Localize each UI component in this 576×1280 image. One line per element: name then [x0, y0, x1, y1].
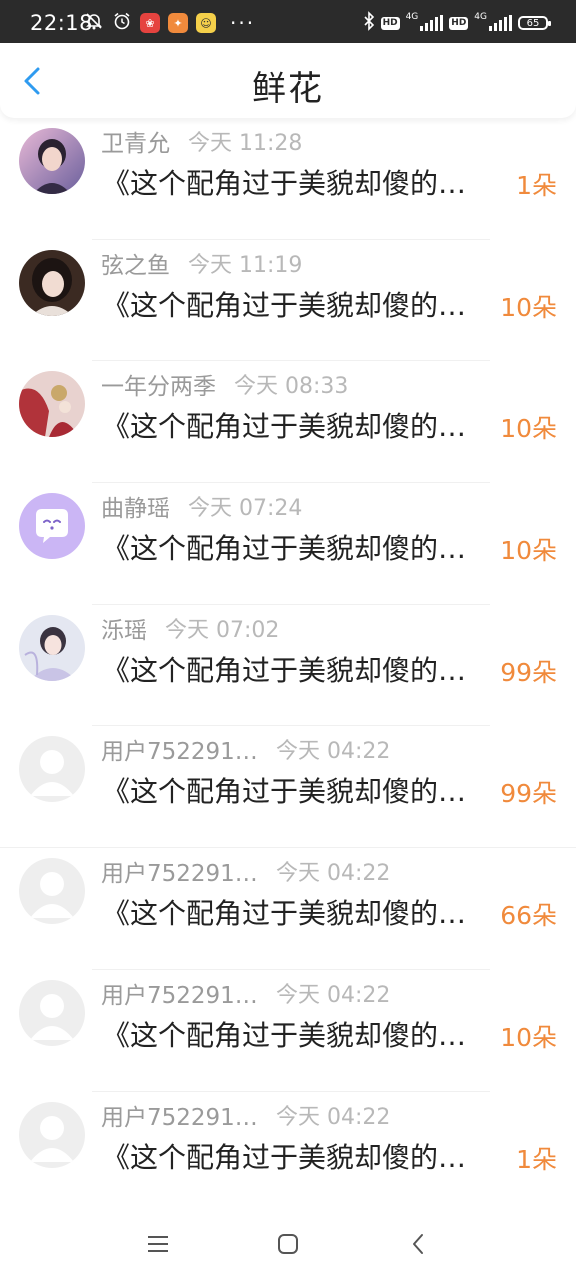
avatar[interactable]	[19, 493, 85, 560]
avatar[interactable]	[19, 736, 85, 803]
book-title: 《这个配角过于美貌却傻的…	[102, 1018, 467, 1052]
user-name[interactable]: 用户752291…	[101, 1098, 258, 1132]
more-notifications-icon: ···	[230, 11, 256, 35]
hd-icon: HD	[380, 16, 400, 30]
user-name[interactable]: 卫青允	[101, 124, 170, 158]
avatar[interactable]	[19, 1101, 85, 1168]
avatar[interactable]	[19, 614, 85, 681]
list-item[interactable]: 用户752291… 今天 04:22 《这个配角过于美貌却傻的… 66朵	[0, 848, 576, 970]
app-icon-yellow: ☺	[196, 13, 216, 33]
avatar[interactable]	[19, 979, 85, 1046]
timestamp: 今天 04:22	[276, 982, 391, 1008]
flower-count: 66朵	[500, 901, 557, 931]
flower-count: 1朵	[516, 1144, 557, 1174]
avatar[interactable]	[19, 128, 85, 194]
home-square-icon	[278, 1234, 298, 1254]
timestamp: 今天 11:28	[188, 131, 303, 156]
status-left-icons: ❀ ✦ ☺ ···	[84, 11, 256, 35]
timestamp: 今天 04:22	[276, 861, 391, 887]
bluetooth-icon	[363, 11, 375, 35]
list-item[interactable]: 弦之鱼 今天 11:19 《这个配角过于美貌却傻的… 10朵	[0, 240, 576, 362]
system-back-button[interactable]	[398, 1226, 438, 1262]
header: 鲜花	[0, 43, 576, 118]
flower-count: 10朵	[500, 1022, 557, 1052]
hd-icon: HD	[449, 16, 469, 30]
book-title: 《这个配角过于美貌却傻的…	[102, 653, 467, 687]
user-name[interactable]: 泺瑶	[101, 611, 147, 645]
network-label: 4G	[474, 12, 487, 22]
user-name[interactable]: 一年分两季	[101, 367, 216, 401]
list-item[interactable]: 用户752291… 今天 04:22 《这个配角过于美貌却傻的… 10朵	[0, 970, 576, 1092]
list-item[interactable]: 泺瑶 今天 07:02 《这个配角过于美貌却傻的… 99朵	[0, 605, 576, 727]
flower-count: 10朵	[500, 292, 557, 322]
avatar[interactable]	[19, 249, 85, 316]
avatar[interactable]	[19, 858, 85, 925]
home-button[interactable]	[268, 1226, 308, 1262]
mute-bell-icon	[84, 11, 104, 35]
app-icon-orange: ✦	[168, 13, 188, 33]
flower-count: 10朵	[500, 536, 557, 566]
battery-icon: 65	[518, 16, 551, 30]
menu-icon	[148, 1236, 168, 1252]
timestamp: 今天 07:24	[188, 496, 303, 522]
flower-count: 99朵	[500, 779, 557, 809]
flower-count: 99朵	[500, 657, 557, 687]
list-item[interactable]: 一年分两季 今天 08:33 《这个配角过于美貌却傻的… 10朵	[0, 361, 576, 484]
flower-count: 10朵	[500, 414, 557, 444]
status-bar: 22:18 ❀ ✦ ☺ ··· HD 4G HD 4G 65	[0, 0, 576, 43]
timestamp: 今天 08:33	[234, 374, 349, 400]
timestamp: 今天 07:02	[165, 617, 280, 643]
timestamp: 今天 04:22	[276, 739, 391, 765]
timestamp: 今天 04:22	[276, 1104, 391, 1130]
user-name[interactable]: 曲静瑶	[101, 489, 170, 523]
status-right-icons: HD 4G HD 4G 65	[363, 11, 551, 35]
recent-apps-button[interactable]	[138, 1226, 178, 1262]
user-name[interactable]: 弦之鱼	[101, 246, 170, 280]
list-item[interactable]: 曲静瑶 今天 07:24 《这个配角过于美貌却傻的… 10朵	[0, 483, 576, 605]
battery-level: 65	[526, 17, 540, 29]
avatar[interactable]	[19, 371, 85, 438]
book-title: 《这个配角过于美貌却傻的…	[102, 410, 467, 444]
system-nav-bar	[0, 1200, 576, 1280]
signal-bars-icon	[489, 15, 512, 31]
user-name[interactable]: 用户752291…	[101, 732, 258, 766]
app-icon-red: ❀	[140, 13, 160, 33]
flower-list: 卫青允 今天 11:28 《这个配角过于美貌却傻的… 1朵 弦之鱼 今天 11:19 《这个…	[0, 118, 576, 1214]
user-name[interactable]: 用户752291…	[101, 854, 258, 888]
list-item[interactable]: 卫青允 今天 11:28 《这个配角过于美貌却傻的… 1朵	[0, 118, 576, 240]
flower-count: 1朵	[516, 171, 557, 200]
network-label: 4G	[405, 12, 419, 22]
back-chevron-icon	[413, 1234, 423, 1254]
book-title: 《这个配角过于美貌却傻的…	[102, 167, 467, 200]
signal-bars-icon	[420, 15, 444, 31]
book-title: 《这个配角过于美貌却傻的…	[102, 897, 467, 931]
list-item[interactable]: 用户752291… 今天 04:22 《这个配角过于美貌却傻的… 99朵	[0, 726, 576, 849]
book-title: 《这个配角过于美貌却傻的…	[102, 775, 467, 809]
book-title: 《这个配角过于美貌却傻的…	[102, 1140, 467, 1174]
alarm-clock-icon	[112, 11, 132, 35]
book-title: 《这个配角过于美貌却傻的…	[102, 288, 467, 322]
user-name[interactable]: 用户752291…	[101, 976, 258, 1010]
list-item[interactable]: 用户752291… 今天 04:22 《这个配角过于美貌却傻的… 1朵	[0, 1092, 576, 1214]
page-title: 鲜花	[252, 69, 324, 109]
timestamp: 今天 11:19	[188, 252, 303, 278]
book-title: 《这个配角过于美貌却傻的…	[102, 532, 467, 566]
